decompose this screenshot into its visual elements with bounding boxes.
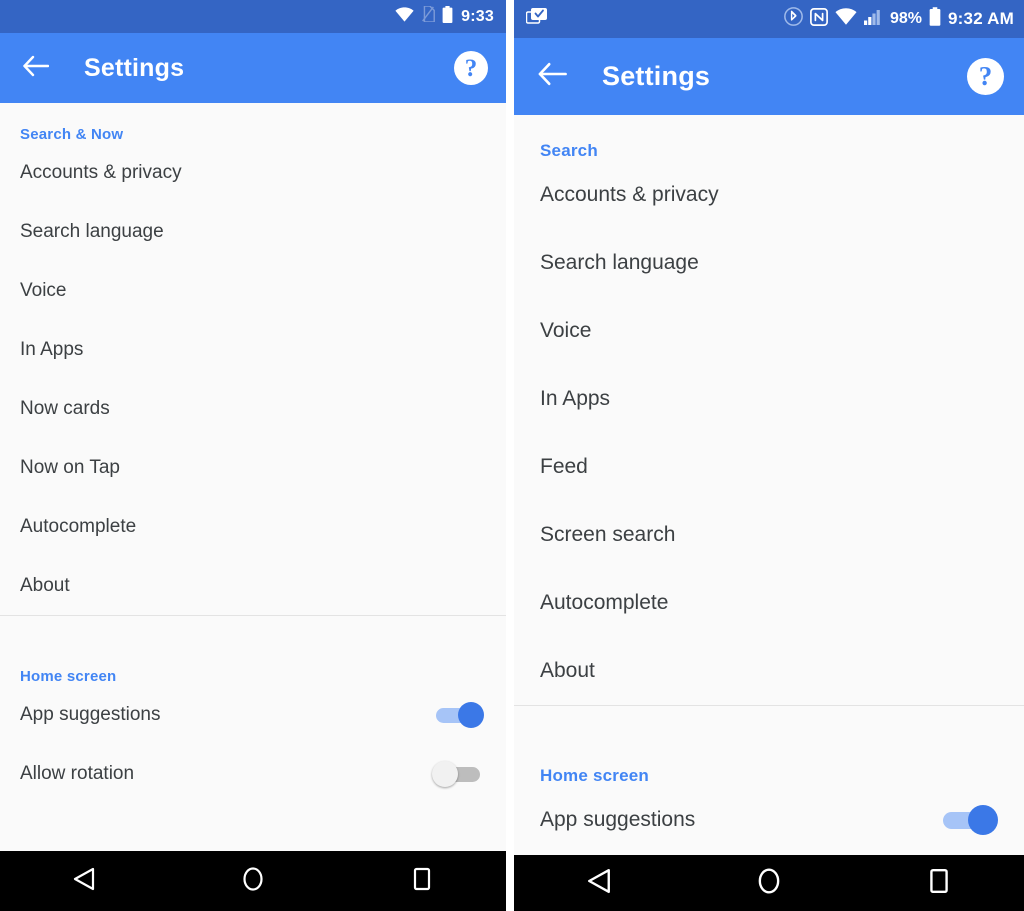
back-button[interactable]: [16, 48, 56, 88]
row-label: Feed: [540, 455, 588, 478]
toggle-knob: [458, 701, 484, 728]
nav-back-button[interactable]: [569, 859, 629, 907]
home-circle-icon: [757, 867, 781, 900]
arrow-back-icon: [23, 55, 50, 82]
status-bar-notification-icons: [525, 7, 548, 31]
page-title: Settings: [84, 53, 185, 82]
page-title: Settings: [602, 61, 711, 91]
status-bar-clock: 9:32 AM: [948, 9, 1014, 28]
allow-rotation-toggle[interactable]: [432, 760, 484, 787]
settings-row-feed[interactable]: Feed: [514, 433, 1024, 501]
settings-row-accounts-privacy[interactable]: Accounts & privacy: [0, 143, 506, 202]
settings-list: Search Accounts & privacy Search languag…: [514, 115, 1024, 854]
nav-back-button[interactable]: [54, 857, 114, 905]
back-button[interactable]: [532, 57, 572, 97]
wifi-icon: [835, 8, 857, 30]
settings-row-allow-rotation[interactable]: Allow rotation: [0, 744, 506, 803]
settings-row-app-suggestions[interactable]: App suggestions: [0, 685, 506, 744]
settings-row-in-apps[interactable]: In Apps: [0, 320, 506, 379]
settings-row-now-on-tap[interactable]: Now on Tap: [0, 438, 506, 497]
app-bar: Settings ?: [514, 38, 1024, 115]
navigation-bar: [514, 855, 1024, 911]
status-bar-clock: 9:33: [461, 7, 494, 25]
back-triangle-icon: [587, 868, 611, 899]
settings-row-search-language[interactable]: Search language: [0, 202, 506, 261]
signal-bars-icon: [864, 8, 883, 30]
settings-row-autocomplete[interactable]: Autocomplete: [0, 497, 506, 556]
nfc-icon: [810, 7, 828, 31]
battery-icon: [442, 5, 453, 28]
nav-recents-button[interactable]: [392, 857, 452, 905]
phone-screenshot-right: 98% 9:32 AM Settings ? Search Accounts &…: [514, 0, 1024, 911]
settings-row-app-suggestions[interactable]: App suggestions: [514, 786, 1024, 854]
row-label: Now cards: [20, 397, 110, 419]
row-label: Accounts & privacy: [540, 183, 719, 206]
row-label: Search language: [20, 220, 164, 242]
battery-percent-label: 98%: [890, 10, 923, 27]
navigation-bar: [0, 851, 506, 911]
panel-gutter: [506, 0, 514, 911]
row-label: About: [20, 574, 70, 596]
nav-home-button[interactable]: [223, 857, 283, 905]
settings-row-autocomplete[interactable]: Autocomplete: [514, 569, 1024, 637]
status-bar: 98% 9:32 AM: [514, 0, 1024, 38]
settings-row-screen-search[interactable]: Screen search: [514, 501, 1024, 569]
help-circle-icon[interactable]: ?: [967, 58, 1004, 95]
phone-screenshot-left: 9:33 Settings ? Search & Now Accounts & …: [0, 0, 506, 911]
row-label: In Apps: [20, 338, 84, 360]
row-label: Search language: [540, 251, 699, 274]
row-label: Autocomplete: [540, 591, 669, 614]
row-label: About: [540, 659, 595, 682]
row-label: Screen search: [540, 523, 676, 546]
help-circle-icon[interactable]: ?: [454, 51, 488, 85]
nav-home-button[interactable]: [739, 859, 799, 907]
toggle-knob: [432, 760, 458, 787]
section-header-home-screen: Home screen: [20, 668, 117, 685]
recents-square-icon: [413, 867, 431, 896]
row-label: Voice: [20, 279, 67, 301]
wifi-icon: [395, 6, 414, 27]
settings-row-about[interactable]: About: [0, 556, 506, 615]
section-header-search-and-now: Search & Now: [20, 126, 124, 143]
screenshot-icon: [525, 7, 548, 31]
settings-list: Search & Now Accounts & privacy Search l…: [0, 103, 506, 803]
back-triangle-icon: [73, 867, 95, 896]
settings-row-about[interactable]: About: [514, 637, 1024, 705]
nav-recents-button[interactable]: [909, 859, 969, 907]
row-label: Voice: [540, 319, 592, 342]
recents-square-icon: [929, 868, 949, 899]
row-label: In Apps: [540, 387, 611, 410]
settings-row-now-cards[interactable]: Now cards: [0, 379, 506, 438]
status-bar-icons: 98% 9:32 AM: [784, 7, 1014, 31]
app-bar: Settings ?: [0, 33, 506, 103]
settings-row-voice[interactable]: Voice: [0, 261, 506, 320]
battery-icon: [929, 7, 941, 31]
settings-row-accounts-privacy[interactable]: Accounts & privacy: [514, 161, 1024, 229]
row-label: App suggestions: [20, 703, 161, 725]
status-bar-icons: [395, 5, 453, 28]
row-label: Accounts & privacy: [20, 161, 182, 183]
section-header-search: Search: [540, 141, 598, 160]
settings-row-search-language[interactable]: Search language: [514, 229, 1024, 297]
row-label: Now on Tap: [20, 456, 120, 478]
app-suggestions-toggle[interactable]: [938, 805, 998, 835]
section-header-home-screen: Home screen: [540, 766, 649, 785]
arrow-back-icon: [538, 62, 567, 91]
row-label: App suggestions: [540, 808, 696, 831]
row-label: Autocomplete: [20, 515, 137, 537]
no-sim-icon: [421, 5, 436, 27]
settings-row-in-apps[interactable]: In Apps: [514, 365, 1024, 433]
status-bar: 9:33: [0, 0, 506, 33]
row-label: Allow rotation: [20, 762, 135, 784]
screenshot-comparison: 9:33 Settings ? Search & Now Accounts & …: [0, 0, 1024, 911]
app-suggestions-toggle[interactable]: [432, 701, 484, 728]
bluetooth-icon: [784, 7, 803, 31]
settings-row-voice[interactable]: Voice: [514, 297, 1024, 365]
home-circle-icon: [242, 866, 264, 897]
toggle-knob: [968, 805, 998, 835]
